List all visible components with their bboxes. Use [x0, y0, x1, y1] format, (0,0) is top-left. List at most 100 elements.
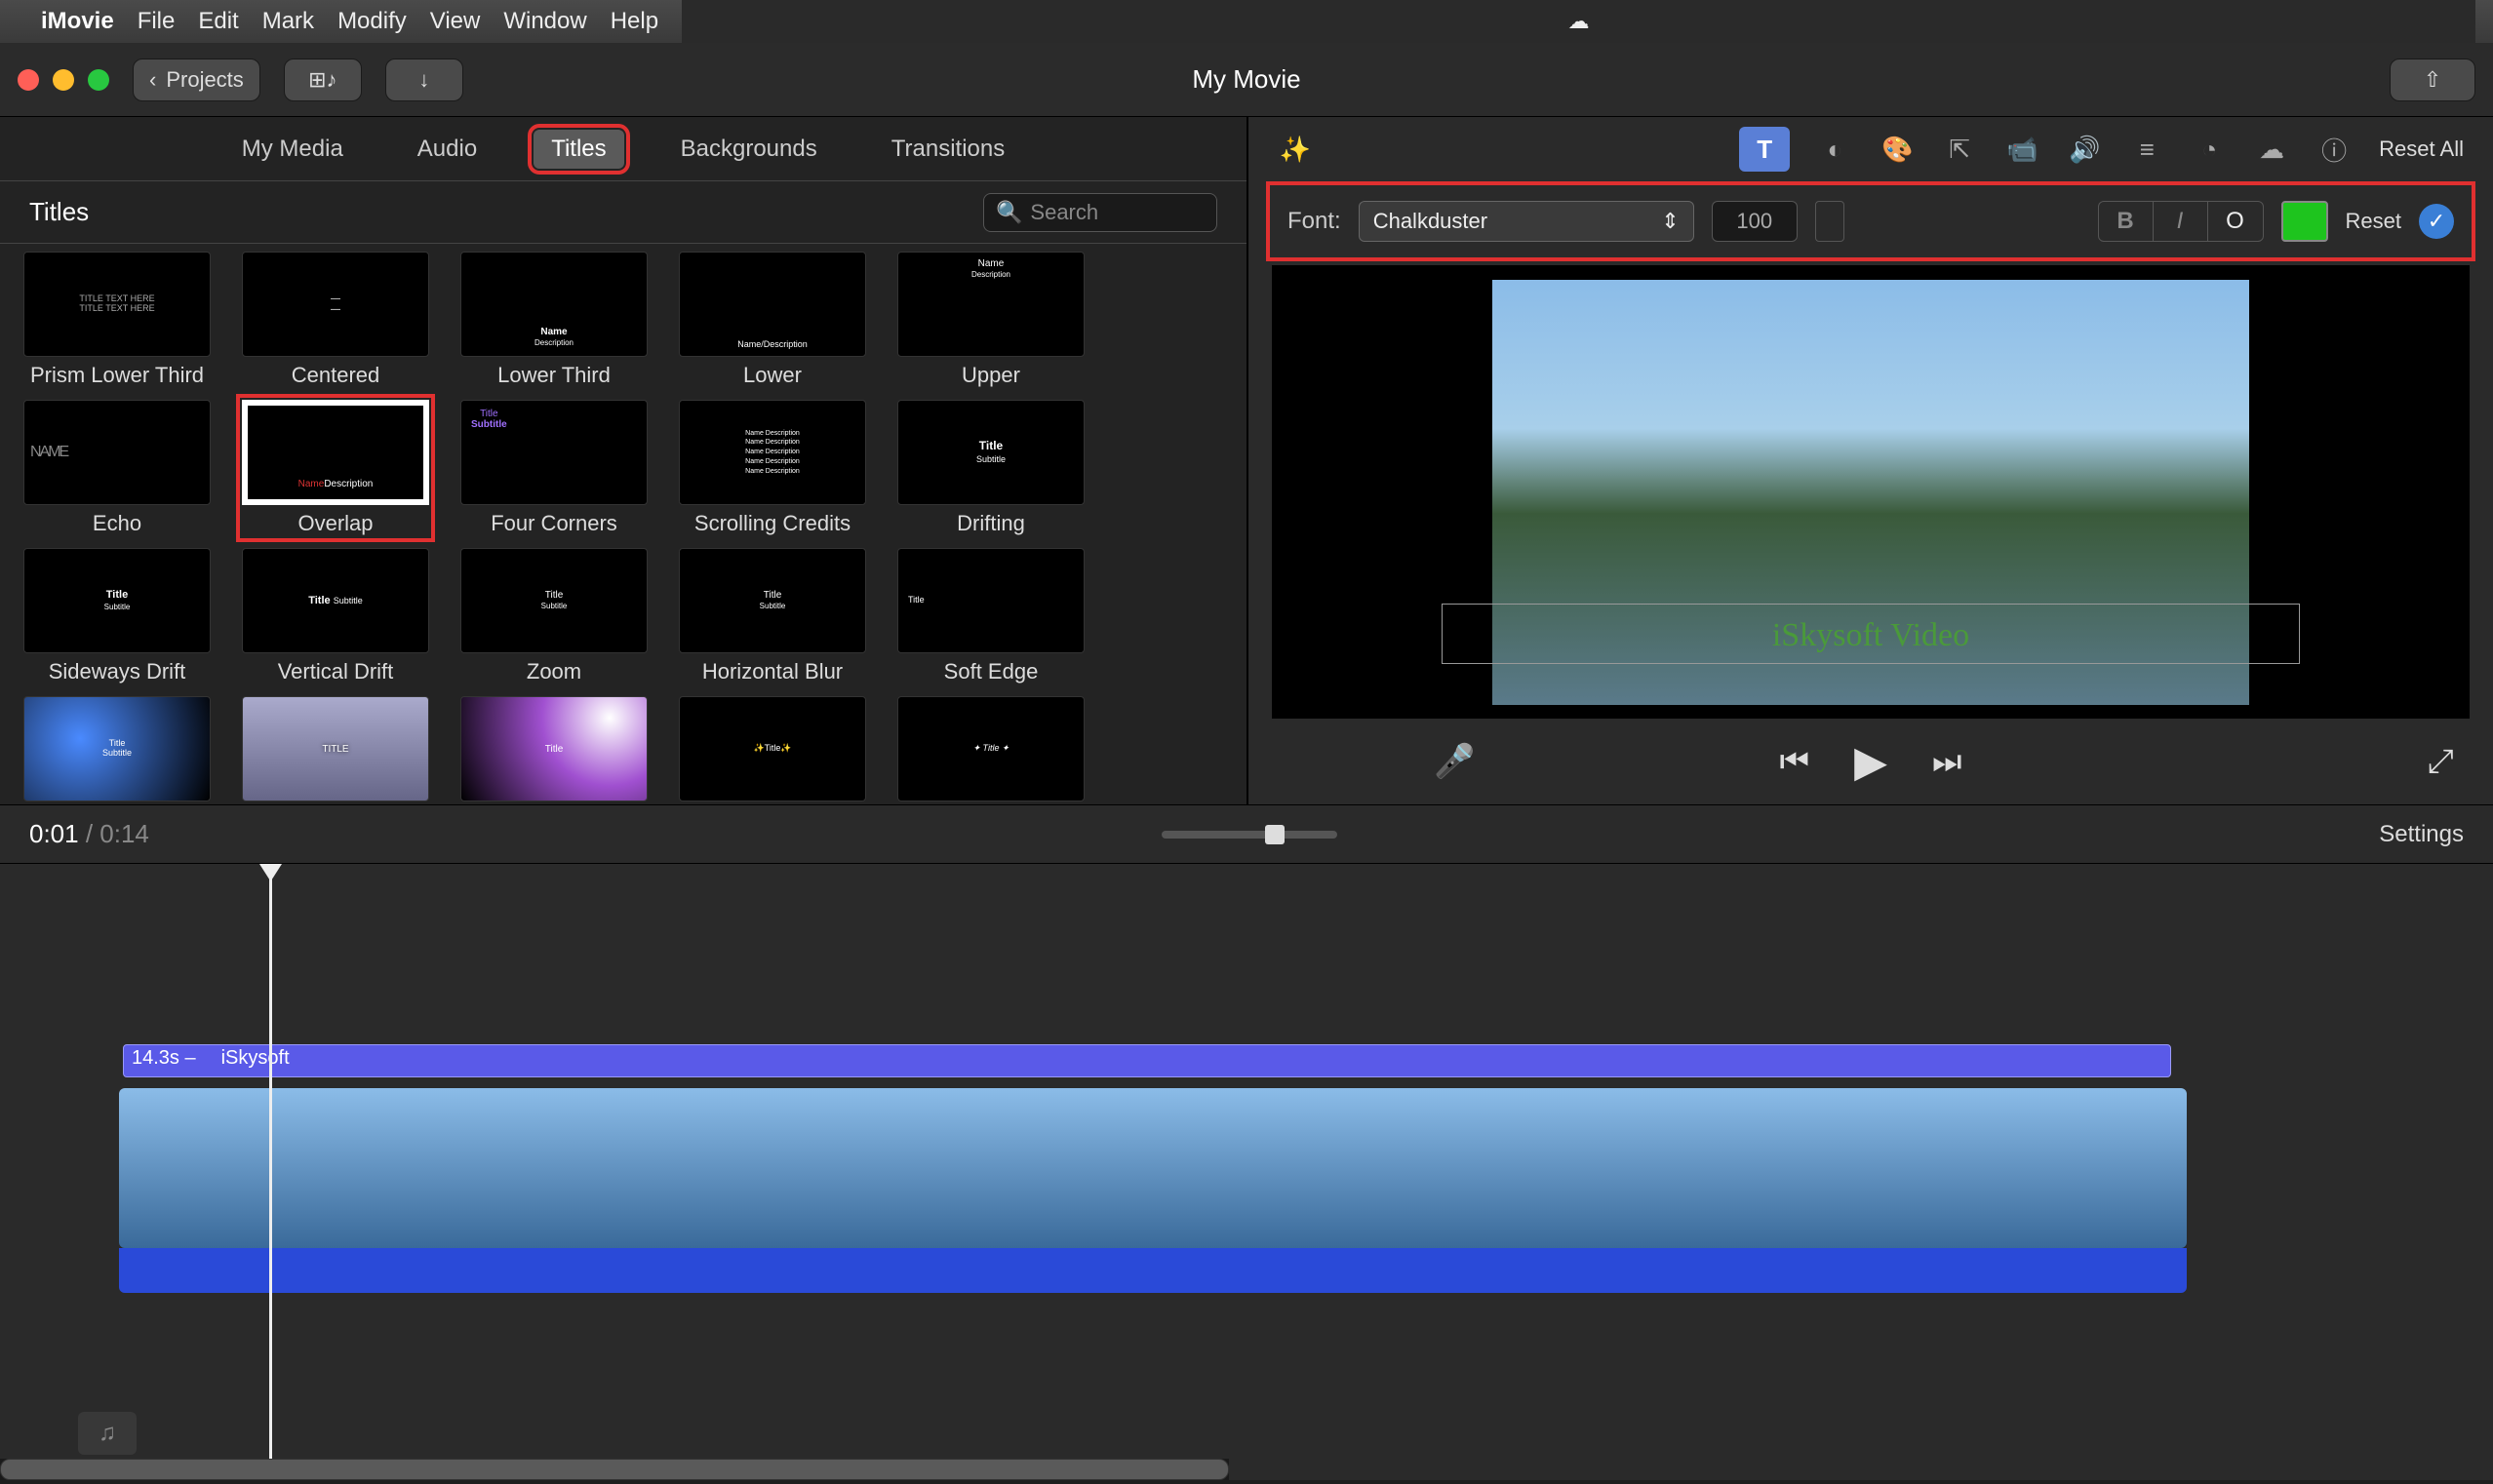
bold-button[interactable]: B: [2099, 202, 2154, 241]
search-placeholder: Search: [1030, 200, 1098, 225]
cloud-icon[interactable]: ☁: [1568, 9, 1590, 34]
projects-label: Projects: [166, 67, 243, 93]
reset-all-button[interactable]: Reset All: [2379, 137, 2464, 162]
title-tile[interactable]: TitleSubtitleDrifting: [897, 400, 1085, 536]
horizontal-scrollbar[interactable]: [0, 1459, 1229, 1480]
tab-titles[interactable]: Titles: [534, 130, 623, 169]
menu-window[interactable]: Window: [503, 8, 586, 35]
title-tile[interactable]: Name/DescriptionLower: [679, 252, 866, 388]
document-title: My Movie: [1192, 64, 1300, 95]
font-select[interactable]: Chalkduster ⇕: [1359, 201, 1694, 242]
color-balance-icon[interactable]: ◐: [1817, 132, 1852, 167]
next-frame-icon[interactable]: ⏭: [1932, 743, 1962, 781]
music-icon: ♫: [99, 1420, 116, 1447]
macos-menubar: iMovie File Edit Mark Modify View Window…: [0, 0, 2493, 43]
title-tile[interactable]: TITLE TEXT HERETITLE TEXT HEREPrism Lowe…: [23, 252, 211, 388]
title-tile[interactable]: Title SubtitleVertical Drift: [242, 548, 429, 684]
tab-audio[interactable]: Audio: [400, 130, 495, 169]
title-tile[interactable]: TitleSubtitleFour Corners: [460, 400, 648, 536]
music-well[interactable]: ♫: [78, 1412, 137, 1455]
volume-icon[interactable]: 🔊: [2067, 132, 2102, 167]
info-icon[interactable]: ⓘ: [2316, 132, 2352, 167]
tab-transitions[interactable]: Transitions: [874, 130, 1022, 169]
menu-file[interactable]: File: [138, 8, 176, 35]
timeline[interactable]: 14.3s – iSkysoft ♫: [0, 864, 2493, 1480]
chevron-left-icon: ‹: [149, 67, 156, 93]
chevron-updown-icon: ⇕: [1661, 209, 1679, 234]
title-tile[interactable]: TitleSubtitleSideways Drift: [23, 548, 211, 684]
timecode-bar: 0:01 / 0:14 Settings: [0, 805, 2493, 864]
title-tile[interactable]: TitleSubtitleHorizontal Blur: [679, 548, 866, 684]
title-tile[interactable]: Title: [460, 696, 648, 801]
menu-modify[interactable]: Modify: [337, 8, 407, 35]
app-menu[interactable]: iMovie: [41, 8, 114, 35]
playhead[interactable]: [269, 864, 272, 1480]
title-tile[interactable]: TITLE: [242, 696, 429, 801]
zoom-knob[interactable]: [1265, 825, 1285, 844]
title-tile[interactable]: NAMEEcho: [23, 400, 211, 536]
fullscreen-icon[interactable]: ⤢: [2428, 743, 2454, 781]
menu-view[interactable]: View: [430, 8, 481, 35]
stabilize-icon[interactable]: 📹: [2004, 132, 2039, 167]
title-tile[interactable]: NameDescriptionLower Third: [460, 252, 648, 388]
title-tile[interactable]: TitleSoft Edge: [897, 548, 1085, 684]
prev-frame-icon[interactable]: ⏮: [1779, 743, 1809, 781]
title-tile-overlap[interactable]: NameDescriptionOverlap: [242, 400, 429, 536]
import-button[interactable]: ↓: [385, 59, 463, 101]
titles-grid: TITLE TEXT HERETITLE TEXT HEREPrism Lowe…: [0, 244, 1246, 804]
italic-button[interactable]: I: [2154, 202, 2208, 241]
title-tile[interactable]: TitleSubtitleZoom: [460, 548, 648, 684]
font-label: Font:: [1287, 208, 1341, 235]
apply-check-icon[interactable]: ✓: [2419, 204, 2454, 239]
tab-backgrounds[interactable]: Backgrounds: [663, 130, 835, 169]
tab-my-media[interactable]: My Media: [224, 130, 361, 169]
menu-help[interactable]: Help: [611, 8, 658, 35]
menu-edit[interactable]: Edit: [198, 8, 238, 35]
title-tile[interactable]: ✦ Title ✦: [897, 696, 1085, 801]
projects-button[interactable]: ‹ Projects: [133, 59, 260, 101]
title-text-overlay[interactable]: iSkysoft Video: [1772, 617, 1969, 654]
share-icon: ⇧: [2424, 67, 2441, 93]
title-tile[interactable]: ✨Title✨: [679, 696, 866, 801]
close-window-icon[interactable]: [18, 69, 39, 91]
speed-icon[interactable]: ◔: [2192, 132, 2227, 167]
menu-mark[interactable]: Mark: [262, 8, 314, 35]
title-tile[interactable]: ——Centered: [242, 252, 429, 388]
timeline-video-clip[interactable]: [119, 1088, 2187, 1248]
fullscreen-window-icon[interactable]: [88, 69, 109, 91]
inspector-panel: ✨ T ◐ 🎨 ⇱ 📹 🔊 ≡ ◔ ☁ ⓘ Reset All Font: Ch…: [1248, 117, 2493, 804]
font-bar: Font: Chalkduster ⇕ 100 B I O Reset ✓: [1272, 187, 2470, 255]
title-tile[interactable]: TitleSubtitle: [23, 696, 211, 801]
play-icon[interactable]: ▶: [1854, 737, 1887, 787]
share-button[interactable]: ⇧: [2390, 59, 2475, 101]
equalizer-icon[interactable]: ≡: [2129, 132, 2164, 167]
font-size-field[interactable]: 100: [1712, 201, 1798, 242]
window-titlebar: ‹ Projects ⊞♪ ↓ My Movie ⇧: [0, 43, 2493, 117]
preview-viewport: iSkysoft Video: [1272, 265, 2470, 719]
outline-button[interactable]: O: [2208, 202, 2263, 241]
timeline-title-clip[interactable]: 14.3s – iSkysoft: [123, 1044, 2171, 1077]
title-clip-text: iSkysoft: [221, 1047, 290, 1074]
inspector-toolbar: ✨ T ◐ 🎨 ⇱ 📹 🔊 ≡ ◔ ☁ ⓘ Reset All: [1248, 117, 2493, 181]
timeline-audio-waveform[interactable]: [119, 1248, 2187, 1293]
size-stepper[interactable]: [1815, 201, 1844, 242]
title-clip-duration: 14.3s –: [132, 1047, 196, 1074]
color-correct-icon[interactable]: 🎨: [1880, 132, 1915, 167]
title-tile[interactable]: NameDescriptionUpper: [897, 252, 1085, 388]
color-swatch[interactable]: [2281, 201, 2328, 242]
crop-icon[interactable]: ⇱: [1942, 132, 1977, 167]
browser-tabs: My Media Audio Titles Backgrounds Transi…: [0, 117, 1246, 181]
preview-controls: 🎤 ⏮ ▶ ⏭ ⤢: [1248, 719, 2493, 804]
library-view-button[interactable]: ⊞♪: [284, 59, 362, 101]
title-tile[interactable]: Name DescriptionName DescriptionName Des…: [679, 400, 866, 536]
auto-enhance-icon[interactable]: ✨: [1278, 132, 1313, 167]
playhead-time: 0:01 / 0:14: [29, 819, 149, 849]
minimize-window-icon[interactable]: [53, 69, 74, 91]
zoom-slider[interactable]: [1162, 831, 1337, 839]
search-input[interactable]: 🔍 Search: [983, 193, 1217, 232]
microphone-icon[interactable]: 🎤: [1434, 742, 1475, 781]
filter-icon[interactable]: ☁: [2254, 132, 2289, 167]
text-tool-icon[interactable]: T: [1739, 127, 1790, 172]
reset-button[interactable]: Reset: [2346, 209, 2401, 234]
timeline-settings-button[interactable]: Settings: [2379, 821, 2464, 848]
